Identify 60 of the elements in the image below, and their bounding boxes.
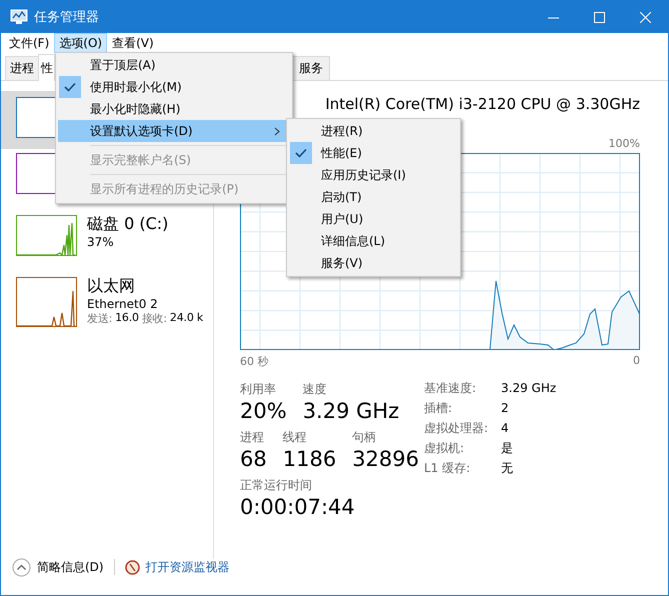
spec-label: L1 缓存: [424, 460, 472, 477]
stat-label: 线程 [282, 429, 308, 445]
spec-label: 虚拟处理器: [424, 420, 490, 437]
stat-label: 进程 [240, 429, 265, 445]
stat-value: 32896 [352, 446, 419, 473]
menu-option[interactable]: 详细信息(L) [289, 230, 458, 252]
maximize-icon [594, 12, 604, 22]
spec-value: 4 [501, 420, 510, 437]
spec-value: 3.29 GHz [501, 380, 556, 397]
spec-value: 2 [501, 400, 510, 417]
chevron-up-icon[interactable] [12, 558, 31, 576]
menu-option[interactable]: 进程(R) [289, 120, 458, 142]
spec-label: 插槽: [424, 400, 454, 417]
rate-label: 接收: [142, 311, 167, 326]
window-title: 任务管理器 [34, 9, 100, 26]
axis-label: 0 [633, 354, 640, 369]
sidebar-item[interactable]: 磁盘 0 (C:) 37% [1, 215, 172, 277]
spec-label: 虚拟机: [424, 440, 466, 457]
stat-label: 句柄 [352, 429, 378, 445]
axis-label: 100% [608, 137, 640, 150]
menu-option[interactable]: 置于顶层(A) [58, 54, 290, 76]
spec-label: 基准速度: [424, 380, 478, 397]
menu-item[interactable]: 查看(V) [107, 33, 159, 53]
rate-label: 发送: [87, 311, 112, 326]
stat-value: 0:00:07:44 [240, 494, 355, 521]
cpu-model: Intel(R) Core(TM) i3-2120 CPU @ 3.30GHz [325, 94, 640, 115]
device-name: 以太网 [87, 276, 136, 297]
stat-value: 20% [240, 398, 287, 425]
stat-value: 68 [240, 446, 267, 473]
gauge-icon [124, 560, 140, 574]
rate-value: 24.0 k [170, 311, 204, 326]
spec-value: 是 [501, 440, 514, 457]
resource-monitor-link[interactable]: 打开资源监视器 [146, 558, 230, 576]
tab[interactable]: 服务 [292, 56, 330, 80]
device-detail: 37% [87, 235, 115, 249]
app-icon [10, 9, 28, 25]
menu-option[interactable]: 用户(U) [289, 208, 458, 230]
axis-label: 60 秒 [240, 354, 268, 369]
menu-option[interactable]: 服务(V) [289, 252, 458, 274]
stat-label: 正常运行时间 [240, 477, 313, 493]
stat-label: 速度 [302, 381, 328, 397]
menu-item[interactable]: 选项(O) [54, 33, 108, 53]
details-toggle[interactable]: 简略信息(D) [37, 558, 104, 576]
rate-value: 16.0 [115, 311, 139, 326]
device-name: 磁盘 0 (C:) [87, 214, 168, 235]
spec-value: 无 [501, 460, 514, 477]
tab[interactable]: 性 [38, 54, 55, 81]
menu-option[interactable]: 最小化时隐藏(H) [58, 98, 290, 120]
close-icon [640, 12, 650, 22]
sidebar-item[interactable]: 以太网 Ethernet0 2 发送: 16.0 接收: 24.0 k [1, 277, 208, 339]
stat-label: 利用率 [240, 381, 277, 397]
stat-value: 3.29 GHz [302, 398, 400, 425]
menu-item[interactable]: 文件(F) [4, 33, 54, 53]
menu-option[interactable]: 应用历史记录(I) [289, 164, 458, 186]
stat-value: 1186 [282, 446, 336, 473]
menu-option[interactable]: 使用时最小化(M) [58, 76, 290, 98]
menu-option[interactable]: 性能(E) [289, 142, 458, 164]
tab[interactable]: 进程 [5, 56, 39, 80]
device-detail: Ethernet0 2 [87, 297, 159, 311]
menu-option[interactable]: 启动(T) [289, 186, 458, 208]
